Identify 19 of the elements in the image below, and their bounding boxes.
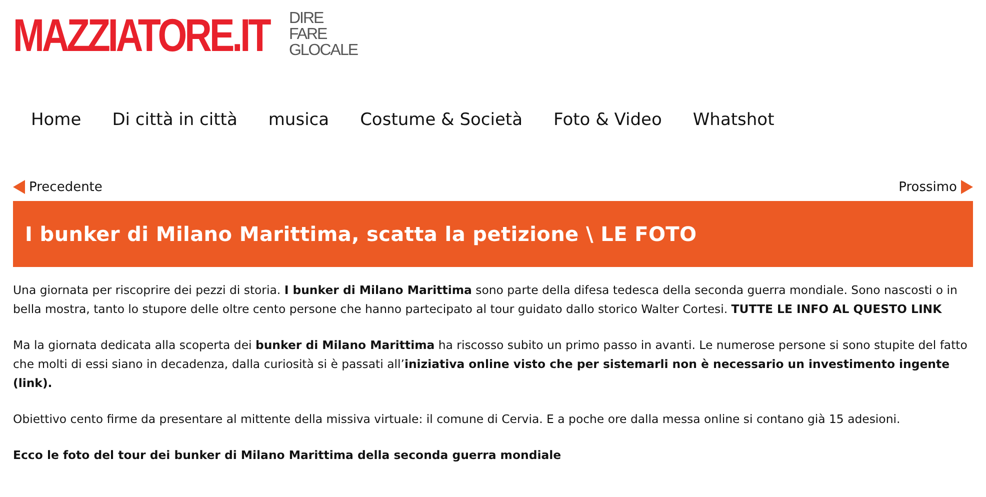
nav-link[interactable]: Whatshot <box>692 109 774 149</box>
previous-link[interactable]: Precedente <box>13 177 102 197</box>
next-link[interactable]: Prossimo <box>898 177 973 197</box>
right-triangle-icon <box>961 180 973 194</box>
logo-tagline: FARE <box>288 27 328 43</box>
article-paragraph: Ecco le foto del tour dei bunker di Milano Marittima della seconda guerra mondiale <box>13 447 562 464</box>
site-logo[interactable]: MAZZIATORE.IT <box>13 8 269 62</box>
nav-link[interactable]: Costume & Società <box>360 109 523 149</box>
logo-tagline: DIRE <box>288 11 324 27</box>
article-paragraph: Una giornata per riscoprire dei pezzi di storia. I bunker di Milano Marittima sono parte della difesa tedesca della seconda guerra mondiale. Sono nascosti o in bella mostra, tanto lo stupore delle oltre cento persone che hanno partecipato al tour guidato dallo storico Walter Cortesi. TUTTE LE INFO AL QUESTO LINK <box>13 282 958 318</box>
nav-link[interactable]: Foto & Video <box>554 109 662 149</box>
logo-tagline: GLOCALE <box>288 43 358 59</box>
article-title: I bunker di Milano Marittima, scatta la petizione \ LE FOTO <box>25 222 697 246</box>
nav-link[interactable]: musica <box>268 109 330 149</box>
nav-link[interactable]: Home <box>31 109 82 149</box>
article-paragraph: Ma la giornata dedicata alla scoperta dei bunker di Milano Marittima ha riscosso subito un primo passo in avanti. Le numerose persone si sono stupite del fatto che molti di essi siano in decadenza, dalla curiosità si è passati all’iniziativa online visto che per sistemarli non è necessario un investimento ingente (link). <box>13 337 968 392</box>
left-triangle-icon <box>13 180 25 194</box>
nav-link[interactable]: Di città in città <box>112 109 238 149</box>
article-paragraph: Obiettivo cento firme da presentare al mittente della missiva virtuale: il comune di Cervia. E a poche ore dalla messa online si contano già 15 adesioni. <box>13 411 902 428</box>
